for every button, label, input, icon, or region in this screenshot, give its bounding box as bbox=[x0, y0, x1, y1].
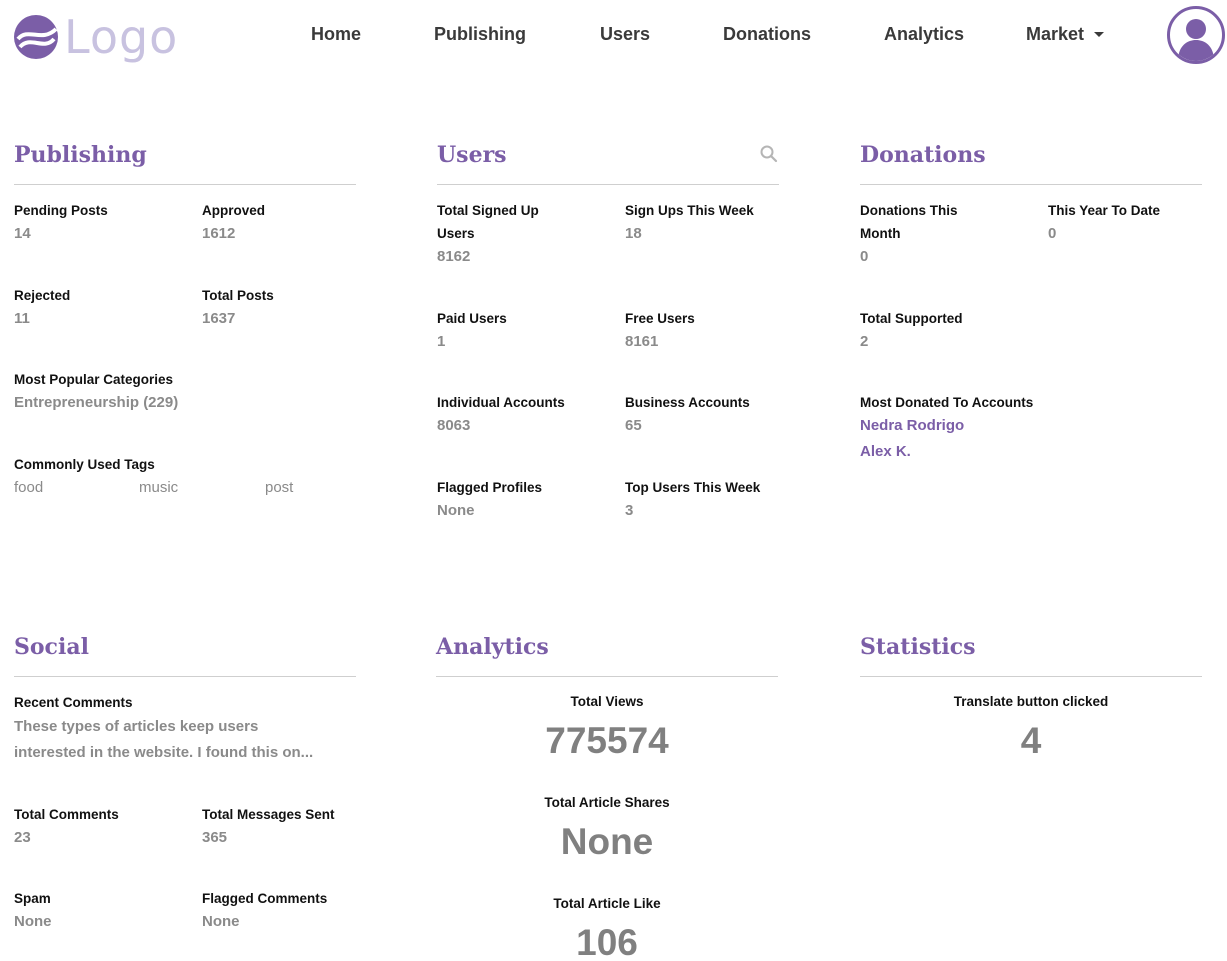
spam-label: Spam bbox=[14, 891, 51, 906]
popular-categories-label: Most Popular Categories bbox=[14, 372, 174, 387]
logo-text: Logo bbox=[64, 10, 179, 64]
nav-donations[interactable]: Donations bbox=[723, 24, 811, 45]
flagged-comments-label: Flagged Comments bbox=[202, 891, 328, 906]
statistics-panel: Statistics Translate button clicked 4 bbox=[860, 632, 1202, 772]
recent-comment-line1: These types of articles keep users bbox=[14, 718, 259, 735]
divider bbox=[14, 184, 356, 185]
total-posts-value: 1637 bbox=[202, 310, 236, 327]
nav-home[interactable]: Home bbox=[311, 24, 361, 45]
article-shares-value: None bbox=[560, 821, 654, 862]
tag-item[interactable]: food bbox=[14, 476, 43, 500]
top-users-value: 3 bbox=[625, 502, 634, 519]
ytd-value: 0 bbox=[1048, 225, 1057, 242]
article-likes-label: Total Article Like bbox=[553, 896, 661, 911]
article-shares-label: Total Article Shares bbox=[544, 795, 670, 810]
recent-comments-label: Recent Comments bbox=[14, 695, 133, 710]
total-comments-value: 23 bbox=[14, 829, 31, 846]
donations-month-value: 0 bbox=[860, 248, 869, 265]
nav-market-dropdown[interactable]: Market bbox=[1026, 24, 1105, 45]
individual-accounts-label: Individual Accounts bbox=[437, 395, 565, 410]
divider bbox=[860, 184, 1202, 185]
business-accounts-label: Business Accounts bbox=[625, 395, 750, 410]
donated-account-link[interactable]: Alex K. bbox=[860, 440, 911, 464]
recent-comment-text[interactable]: These types of articles keep users intere… bbox=[14, 714, 313, 766]
top-users-label: Top Users This Week bbox=[625, 480, 761, 495]
total-messages-label: Total Messages Sent bbox=[202, 807, 335, 822]
approved-value: 1612 bbox=[202, 225, 236, 242]
total-signed-up-label: Total Signed Up Users bbox=[437, 199, 539, 245]
panel-title: Publishing bbox=[14, 142, 147, 168]
search-icon[interactable] bbox=[759, 144, 779, 164]
popular-categories-value: Entrepreneurship (229) bbox=[14, 394, 179, 411]
donations-month-label-line2: Month bbox=[860, 226, 901, 241]
translate-clicked-value: 4 bbox=[1020, 720, 1042, 761]
divider bbox=[14, 676, 356, 677]
logo-mark-icon bbox=[14, 15, 58, 59]
total-signed-up-label-line1: Total Signed Up bbox=[437, 203, 539, 218]
publishing-panel: Publishing Pending Posts 14 Approved 161… bbox=[14, 140, 356, 520]
recent-comment-line2: interested in the website. I found this … bbox=[14, 744, 314, 761]
total-signed-up-label-line2: Users bbox=[437, 226, 475, 241]
translate-clicked-label: Translate button clicked bbox=[953, 694, 1109, 709]
donated-account-link[interactable]: Nedra Rodrigo bbox=[860, 414, 964, 438]
panel-title: Users bbox=[437, 142, 507, 168]
paid-users-label: Paid Users bbox=[437, 311, 507, 326]
tag-item[interactable]: post bbox=[265, 476, 293, 500]
nav-market-label: Market bbox=[1026, 24, 1085, 44]
tag-item[interactable]: music bbox=[139, 476, 178, 500]
nav-publishing[interactable]: Publishing bbox=[434, 24, 526, 45]
total-views-label: Total Views bbox=[570, 694, 644, 709]
donations-panel: Donations Donations This Month 0 This Yea… bbox=[860, 140, 1202, 520]
ytd-label: This Year To Date bbox=[1048, 203, 1161, 218]
divider bbox=[860, 676, 1202, 677]
panel-title: Social bbox=[14, 634, 89, 660]
social-panel: Social Recent Comments These types of ar… bbox=[14, 632, 356, 942]
nav-analytics[interactable]: Analytics bbox=[884, 24, 964, 45]
rejected-value: 11 bbox=[14, 310, 30, 327]
panel-title: Donations bbox=[860, 142, 986, 168]
free-users-label: Free Users bbox=[625, 311, 695, 326]
flagged-comments-value: None bbox=[202, 913, 240, 930]
panel-title: Analytics bbox=[436, 634, 549, 660]
most-donated-label: Most Donated To Accounts bbox=[860, 395, 1034, 410]
article-likes-value: 106 bbox=[576, 922, 638, 961]
user-silhouette-icon bbox=[1178, 19, 1214, 61]
free-users-value: 8161 bbox=[625, 333, 659, 350]
total-views-value: 775574 bbox=[545, 720, 669, 761]
users-panel: Users Total Signed Up Users 8162 Sign Ups… bbox=[437, 140, 779, 520]
tags-label: Commonly Used Tags bbox=[14, 457, 155, 472]
flagged-profiles-label: Flagged Profiles bbox=[437, 480, 543, 495]
total-supported-label: Total Supported bbox=[860, 311, 963, 326]
top-navbar: Logo Home Publishing Users Donations Ana… bbox=[0, 0, 1227, 72]
analytics-panel: Analytics Total Views 775574 Total Artic… bbox=[436, 632, 778, 961]
caret-down-icon bbox=[1094, 32, 1105, 37]
total-posts-label: Total Posts bbox=[202, 288, 274, 303]
signups-week-label: Sign Ups This Week bbox=[625, 203, 754, 218]
divider bbox=[436, 676, 778, 677]
pending-posts-label: Pending Posts bbox=[14, 203, 108, 218]
total-signed-up-value: 8162 bbox=[437, 248, 471, 265]
flagged-profiles-value: None bbox=[437, 502, 475, 519]
donations-month-label: Donations This Month bbox=[860, 199, 958, 245]
logo[interactable]: Logo bbox=[12, 10, 178, 64]
total-messages-value: 365 bbox=[202, 829, 228, 846]
panel-title: Statistics bbox=[860, 634, 976, 660]
nav-users[interactable]: Users bbox=[600, 24, 650, 45]
user-avatar[interactable] bbox=[1167, 6, 1225, 64]
spam-value: None bbox=[14, 913, 52, 930]
individual-accounts-value: 8063 bbox=[437, 417, 471, 434]
paid-users-value: 1 bbox=[437, 333, 446, 350]
total-comments-label: Total Comments bbox=[14, 807, 119, 822]
approved-label: Approved bbox=[202, 203, 266, 218]
business-accounts-value: 65 bbox=[625, 417, 642, 434]
total-supported-value: 2 bbox=[860, 333, 869, 350]
rejected-label: Rejected bbox=[14, 288, 71, 303]
signups-week-value: 18 bbox=[625, 225, 642, 242]
donations-month-label-line1: Donations This bbox=[860, 203, 958, 218]
pending-posts-value: 14 bbox=[14, 225, 31, 242]
divider bbox=[437, 184, 779, 185]
